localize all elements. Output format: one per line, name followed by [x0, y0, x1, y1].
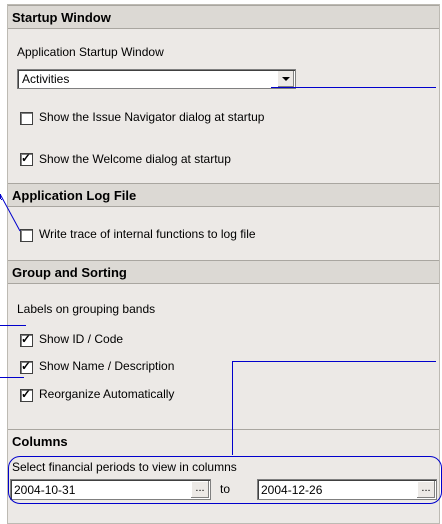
check-icon: ✓: [21, 387, 32, 401]
callout-line-columns-h: [232, 361, 436, 362]
startup-window-label: Application Startup Window: [17, 45, 164, 59]
reorganize-checkbox[interactable]: ✓: [20, 387, 33, 402]
welcome-label: Show the Welcome dialog at startup: [39, 152, 231, 166]
check-icon: ✓: [21, 151, 32, 165]
show-id-checkbox[interactable]: ✓: [20, 332, 33, 347]
callout-line-columns-v: [232, 361, 233, 455]
callout-line-startup: [271, 87, 436, 88]
callout-line-show-id: [0, 325, 26, 326]
log-section-header: Application Log File: [8, 183, 439, 207]
show-name-checkbox[interactable]: ✓: [20, 359, 33, 374]
check-icon: ✓: [21, 359, 32, 373]
issue-navigator-label: Show the Issue Navigator dialog at start…: [39, 110, 265, 124]
show-id-label: Show ID / Code: [39, 332, 124, 346]
issue-navigator-checkbox[interactable]: [20, 112, 33, 125]
columns-section-header: Columns: [8, 429, 439, 453]
chevron-down-icon: [282, 77, 290, 81]
dropdown-button[interactable]: [277, 71, 294, 87]
callout-line-show-name: [0, 377, 24, 378]
welcome-checkbox[interactable]: ✓: [20, 151, 33, 166]
startup-section-header: Startup Window: [8, 5, 439, 29]
grouping-section-header: Group and Sorting: [8, 260, 439, 284]
columns-highlight-oval: [8, 456, 442, 504]
callout-line-log: [0, 194, 21, 232]
startup-window-select[interactable]: Activities: [17, 69, 296, 89]
show-name-label: Show Name / Description: [39, 359, 175, 373]
write-trace-label: Write trace of internal functions to log…: [39, 227, 256, 241]
check-icon: ✓: [21, 332, 32, 346]
startup-window-value: Activities: [22, 72, 70, 86]
options-panel: Startup Window Application Startup Windo…: [7, 4, 442, 524]
grouping-label: Labels on grouping bands: [17, 302, 156, 316]
reorganize-label: Reorganize Automatically: [39, 387, 175, 401]
